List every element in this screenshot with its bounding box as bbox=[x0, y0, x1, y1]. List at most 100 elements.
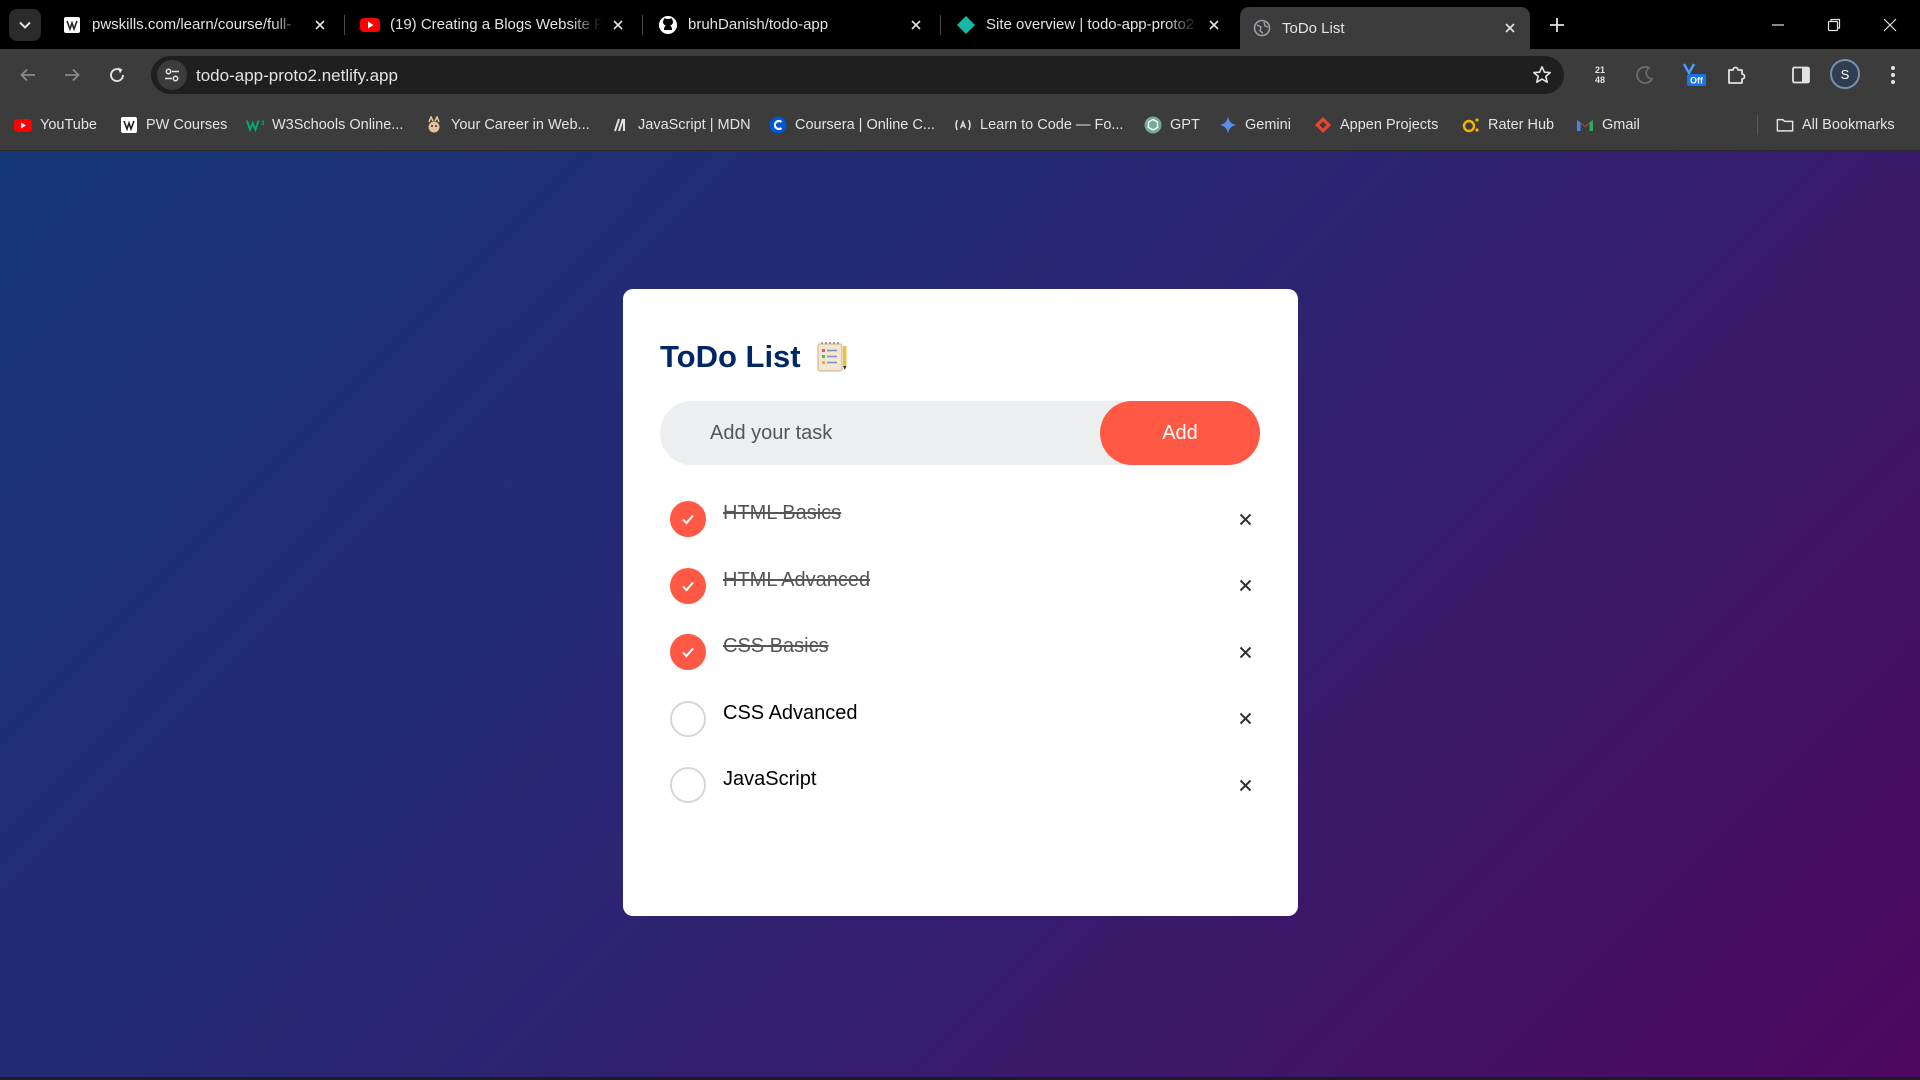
arrow-left-icon bbox=[20, 68, 35, 82]
openai-icon bbox=[1144, 116, 1162, 134]
close-icon bbox=[1239, 712, 1251, 725]
tab-search-button[interactable] bbox=[9, 9, 41, 41]
bookmark-pw-courses[interactable]: PW Courses bbox=[120, 114, 227, 136]
forward-button[interactable] bbox=[55, 58, 89, 92]
reload-button[interactable] bbox=[100, 58, 134, 92]
career-icon bbox=[425, 116, 443, 134]
unchecked-circle-icon[interactable] bbox=[670, 700, 706, 737]
task-item[interactable]: HTML Advanced bbox=[660, 556, 1260, 623]
delete-task-button[interactable] bbox=[1232, 772, 1258, 798]
task-label: HTML Advanced bbox=[723, 568, 871, 591]
close-icon[interactable] bbox=[1204, 15, 1224, 35]
bookmark-rater-hub[interactable]: Rater Hub bbox=[1462, 114, 1554, 136]
close-icon[interactable] bbox=[310, 15, 330, 35]
mdn-icon bbox=[612, 116, 630, 134]
task-label: CSS Advanced bbox=[723, 701, 858, 724]
task-item[interactable]: JavaScript bbox=[660, 755, 1260, 822]
clock-extension-icon: 2148 bbox=[1595, 65, 1605, 85]
close-icon[interactable] bbox=[1500, 18, 1520, 38]
svg-text:Off: Off bbox=[1690, 76, 1704, 86]
bookmark-gpt[interactable]: GPT bbox=[1144, 114, 1200, 136]
bookmark-label: Learn to Code — Fo... bbox=[980, 117, 1124, 133]
unchecked-circle-icon[interactable] bbox=[670, 767, 706, 803]
bookmark-youtube[interactable]: YouTube bbox=[14, 114, 97, 136]
restore-icon bbox=[1827, 18, 1841, 31]
dark-reader-extension[interactable] bbox=[1632, 62, 1658, 88]
profile-avatar[interactable]: S bbox=[1830, 59, 1860, 89]
task-item[interactable]: CSS Basics bbox=[660, 622, 1260, 689]
back-button[interactable] bbox=[11, 58, 45, 92]
svg-text:21: 21 bbox=[1595, 65, 1605, 75]
reload-icon bbox=[110, 67, 124, 82]
globe-favicon bbox=[1252, 18, 1272, 38]
w3schools-icon: 3 bbox=[246, 116, 264, 134]
tab-todo-list[interactable]: ToDo List bbox=[1240, 7, 1530, 49]
url-text[interactable]: todo-app-proto2.netlify.app bbox=[196, 66, 398, 86]
restore-button[interactable] bbox=[1806, 0, 1862, 49]
task-item[interactable]: HTML Basics bbox=[660, 489, 1260, 556]
bookmarks-divider bbox=[1757, 115, 1758, 135]
bookmark-freecodecamp[interactable]: Learn to Code — Fo... bbox=[954, 114, 1123, 136]
extensions-button[interactable] bbox=[1723, 62, 1749, 88]
tab-title: Site overview | todo-app-proto2 bbox=[986, 16, 1195, 33]
delete-task-button[interactable] bbox=[1232, 573, 1258, 599]
svg-text:3: 3 bbox=[261, 120, 264, 127]
delete-task-button[interactable] bbox=[1232, 706, 1258, 732]
task-input[interactable] bbox=[660, 401, 1100, 465]
address-bar[interactable]: todo-app-proto2.netlify.app bbox=[151, 56, 1564, 94]
tune-icon bbox=[165, 68, 179, 82]
bookmark-star-button[interactable] bbox=[1530, 63, 1554, 87]
bookmark-gmail[interactable]: Gmail bbox=[1576, 114, 1640, 136]
side-panel-button[interactable] bbox=[1788, 62, 1814, 88]
chevron-down-icon bbox=[19, 21, 31, 29]
bookmark-label: All Bookmarks bbox=[1802, 117, 1895, 133]
task-item[interactable]: CSS Advanced bbox=[660, 689, 1260, 756]
close-icon bbox=[1239, 513, 1251, 525]
checked-circle-icon[interactable] bbox=[670, 501, 706, 537]
bookmark-label: GPT bbox=[1170, 117, 1200, 133]
browser-menu-button[interactable] bbox=[1880, 62, 1906, 88]
minimize-button[interactable] bbox=[1750, 0, 1806, 49]
youtube-icon bbox=[14, 116, 32, 134]
bookmark-label: Gemini bbox=[1245, 117, 1291, 133]
close-window-button[interactable] bbox=[1862, 0, 1918, 49]
delete-task-button[interactable] bbox=[1232, 639, 1258, 665]
tab-netlify[interactable]: Site overview | todo-app-proto2 bbox=[944, 7, 1234, 42]
bookmark-mdn[interactable]: JavaScript | MDN bbox=[612, 114, 751, 136]
task-input-row: Add bbox=[660, 401, 1260, 465]
tab-youtube-blogs[interactable]: (19) Creating a Blogs Website Pr bbox=[348, 7, 638, 42]
site-info-button[interactable] bbox=[157, 60, 187, 90]
gemini-icon bbox=[1219, 116, 1237, 134]
bookmark-appen-projects[interactable]: Appen Projects bbox=[1314, 114, 1438, 136]
clock-extension[interactable]: 21 48 bbox=[1587, 62, 1613, 88]
arrow-right-icon bbox=[65, 68, 80, 82]
bookmark-label: Coursera | Online C... bbox=[795, 117, 935, 133]
checked-circle-icon[interactable] bbox=[670, 567, 706, 604]
delete-task-button[interactable] bbox=[1232, 506, 1258, 532]
bookmark-gemini[interactable]: Gemini bbox=[1219, 114, 1291, 136]
bookmark-your-career[interactable]: Your Career in Web... bbox=[425, 114, 590, 136]
youtube-favicon bbox=[360, 15, 380, 35]
bookmark-label: YouTube bbox=[40, 117, 97, 133]
close-icon[interactable] bbox=[906, 15, 926, 35]
app-title-text: ToDo List bbox=[660, 339, 801, 374]
tab-title: bruhDanish/todo-app bbox=[688, 16, 829, 33]
vpn-extension[interactable]: Off bbox=[1681, 62, 1707, 88]
add-task-button[interactable]: Add bbox=[1100, 401, 1260, 465]
gmail-icon bbox=[1576, 116, 1594, 134]
coursera-icon bbox=[769, 116, 787, 134]
tab-github[interactable]: bruhDanish/todo-app bbox=[646, 7, 936, 42]
tab-divider bbox=[642, 15, 643, 35]
all-bookmarks-button[interactable]: All Bookmarks bbox=[1776, 114, 1895, 136]
bookmark-w3schools[interactable]: 3 W3Schools Online... bbox=[246, 114, 403, 136]
vpn-off-icon: Off bbox=[1682, 63, 1706, 86]
star-icon bbox=[1533, 66, 1551, 83]
new-tab-button[interactable] bbox=[1542, 10, 1572, 40]
bookmark-coursera[interactable]: Coursera | Online C... bbox=[769, 114, 935, 136]
tab-title: ToDo List bbox=[1282, 19, 1345, 37]
notepad-icon bbox=[817, 342, 847, 372]
close-icon[interactable] bbox=[608, 15, 628, 35]
bookmark-label: Gmail bbox=[1602, 117, 1640, 133]
tab-pwskills[interactable]: pwskills.com/learn/course/full- bbox=[50, 7, 340, 42]
checked-circle-icon[interactable] bbox=[670, 634, 706, 670]
